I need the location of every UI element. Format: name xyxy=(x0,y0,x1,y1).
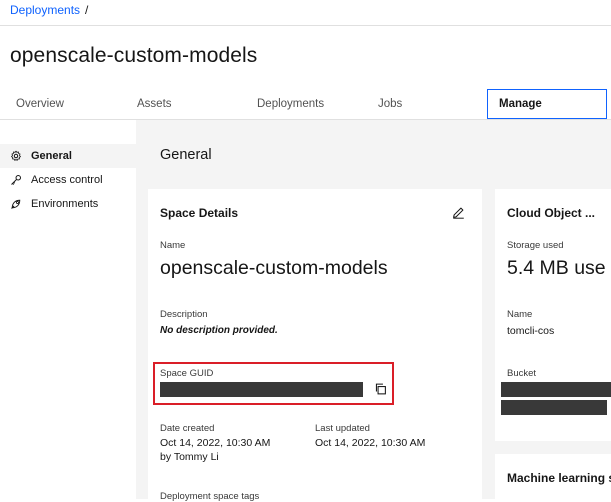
description-value: No description provided. xyxy=(160,325,278,336)
tab-assets[interactable]: Assets xyxy=(137,89,172,119)
header-divider xyxy=(0,25,611,26)
machine-learning-title: Machine learning s xyxy=(507,471,611,485)
section-heading: General xyxy=(160,147,212,163)
date-created-value: Oct 14, 2022, 10:30 AM xyxy=(160,437,271,449)
breadcrumb-link-deployments[interactable]: Deployments xyxy=(10,3,80,17)
sidebar-item-general[interactable]: General xyxy=(0,144,136,168)
sidebar-item-environments[interactable]: Environments xyxy=(0,192,136,216)
tab-overview[interactable]: Overview xyxy=(16,89,64,119)
name-label: Name xyxy=(160,240,186,251)
breadcrumb-separator: / xyxy=(85,3,89,17)
breadcrumb: Deployments / xyxy=(10,3,88,17)
description-label: Description xyxy=(160,309,208,320)
tab-deployments[interactable]: Deployments xyxy=(257,89,324,119)
cos-name-label: Name xyxy=(507,309,533,320)
sidebar-item-label: General xyxy=(31,150,72,162)
cloud-object-title: Cloud Object ... xyxy=(507,206,596,220)
bucket-value-redacted-1 xyxy=(501,382,611,397)
date-created-label: Date created xyxy=(160,423,215,434)
bucket-value-redacted-2 xyxy=(501,400,607,415)
bucket-label: Bucket xyxy=(507,368,537,379)
storage-used-label: Storage used xyxy=(507,240,564,251)
sidebar-item-access-control[interactable]: Access control xyxy=(0,168,136,192)
sidebar-item-label: Environments xyxy=(31,198,99,210)
tab-manage[interactable]: Manage xyxy=(487,89,607,119)
guid-highlight-box xyxy=(153,362,394,405)
last-updated-label: Last updated xyxy=(315,423,370,434)
key-icon xyxy=(11,175,21,185)
edit-icon[interactable] xyxy=(452,206,465,219)
space-name-value: openscale-custom-models xyxy=(160,257,388,279)
deployment-space-tags-label: Deployment space tags xyxy=(160,491,260,502)
tab-jobs[interactable]: Jobs xyxy=(378,89,402,119)
page-title: openscale-custom-models xyxy=(10,44,258,67)
space-details-title: Space Details xyxy=(160,206,239,220)
sidebar: General Access control Environments xyxy=(0,120,136,499)
sidebar-item-label: Access control xyxy=(31,174,103,186)
created-by-value: by Tommy Li xyxy=(160,451,219,463)
environment-icon xyxy=(11,199,21,209)
cos-name-value: tomcli-cos xyxy=(507,325,555,337)
storage-used-value: 5.4 MB use xyxy=(507,257,606,279)
gear-icon xyxy=(11,150,21,161)
last-updated-value: Oct 14, 2022, 10:30 AM xyxy=(315,437,426,449)
